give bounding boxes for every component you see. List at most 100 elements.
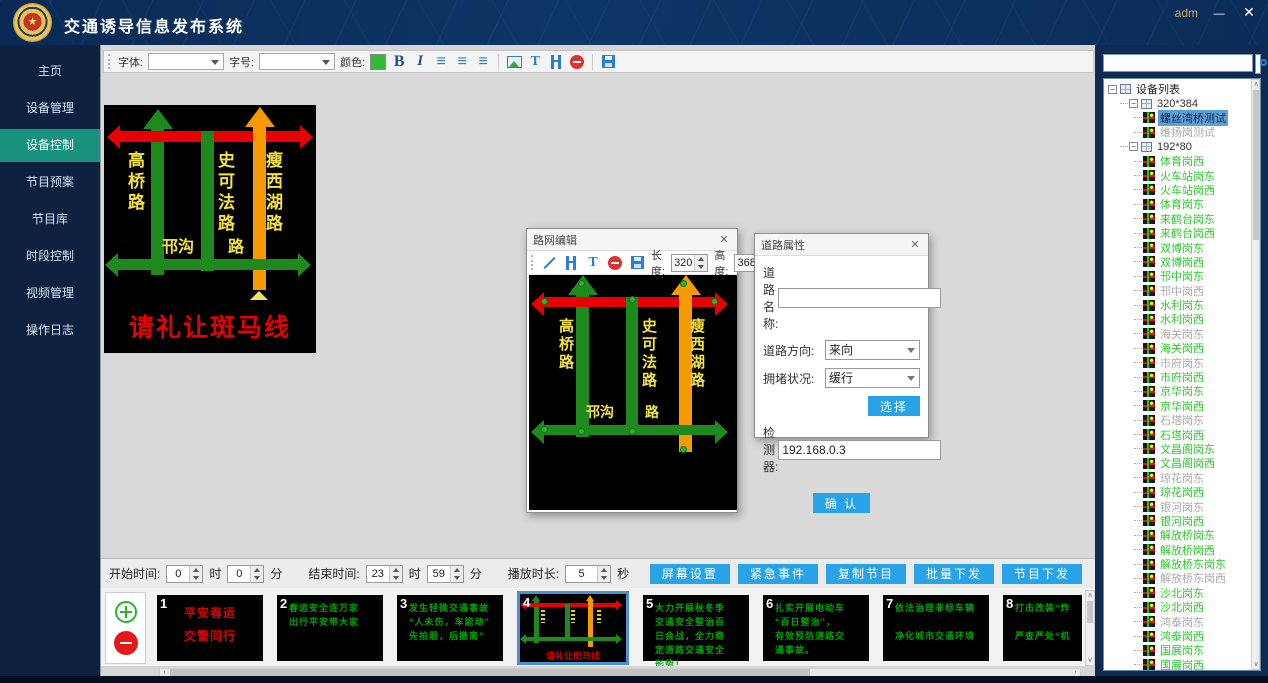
device-item[interactable]: 石塔岗东	[1106, 413, 1260, 427]
start-minute-spinner[interactable]: 0	[227, 565, 264, 583]
italic-button[interactable]: I	[412, 53, 428, 71]
collapse-toggle-icon[interactable]	[1129, 99, 1138, 108]
detector-input[interactable]	[778, 440, 941, 460]
confirm-button[interactable]: 确 认	[813, 493, 870, 513]
device-item[interactable]: 火车站岗西	[1106, 183, 1260, 197]
search-button[interactable]	[1255, 54, 1261, 74]
font-select[interactable]	[148, 53, 224, 70]
spinner-arrows[interactable]	[450, 566, 463, 582]
device-item[interactable]: 体育岗西	[1106, 154, 1260, 168]
node-handle[interactable]	[541, 298, 548, 305]
bold-button[interactable]: B	[391, 53, 407, 71]
scroll-down-icon[interactable]	[1086, 656, 1094, 665]
device-item[interactable]: 火车站岗东	[1106, 168, 1260, 182]
node-handle[interactable]	[629, 296, 636, 303]
device-item[interactable]: 水利岗西	[1106, 312, 1260, 326]
roadnet-button[interactable]	[563, 254, 579, 272]
node-handle[interactable]	[629, 428, 636, 435]
length-spinner[interactable]: 320	[671, 254, 708, 272]
device-item[interactable]: 解放桥东岗东	[1106, 557, 1260, 571]
device-item[interactable]: 国展岗东	[1106, 643, 1260, 657]
roadnet-canvas[interactable]: 高桥路 史可法路 瘦西湖路 邗沟 路	[529, 275, 737, 510]
device-item[interactable]: 来鹤台岗西	[1106, 226, 1260, 240]
roadnet-button[interactable]	[548, 53, 564, 71]
device-item[interactable]: 海关岗西	[1106, 341, 1260, 355]
device-item[interactable]: 鸿泰岗东	[1106, 614, 1260, 628]
scroll-thumb[interactable]	[1087, 601, 1093, 623]
spinner-arrows[interactable]	[597, 566, 610, 582]
scroll-thumb[interactable]	[170, 669, 810, 676]
playlist-item-5[interactable]: 5大力开展秋冬季交通安全整治百日会战，全力稳定道路交通安全形势！	[643, 595, 749, 661]
sidebar-item-设备控制[interactable]: 设备控制	[0, 129, 100, 162]
device-item[interactable]: 文昌阁岗西	[1106, 456, 1260, 470]
size-select[interactable]	[259, 53, 335, 70]
device-item[interactable]: 双博岗西	[1106, 255, 1260, 269]
playlist-item-8[interactable]: 8打击改装“炸 严查严处“机	[1003, 595, 1082, 661]
delete-button[interactable]	[607, 254, 623, 272]
device-item[interactable]: 琼花岗东	[1106, 471, 1260, 485]
scroll-thumb[interactable]	[1253, 90, 1259, 240]
device-item[interactable]: 维扬岗测试	[1106, 125, 1260, 139]
node-handle[interactable]	[680, 446, 687, 453]
node-handle[interactable]	[680, 280, 687, 287]
insert-image-button[interactable]	[506, 53, 522, 71]
emergency-event-button[interactable]: 紧急事件	[738, 564, 818, 584]
close-icon[interactable]	[908, 238, 922, 251]
device-item[interactable]: 邗中岗西	[1106, 283, 1260, 297]
direction-select[interactable]: 来向	[825, 340, 920, 360]
congestion-select[interactable]: 缓行	[825, 368, 920, 388]
node-handle[interactable]	[711, 298, 718, 305]
device-item[interactable]: 解放桥岗东	[1106, 528, 1260, 542]
device-item[interactable]: 解放桥岗西	[1106, 543, 1260, 557]
minimize-icon[interactable]	[1208, 2, 1230, 22]
close-icon[interactable]	[1238, 2, 1260, 22]
sidebar-item-视频管理[interactable]: 视频管理	[0, 277, 100, 310]
playlist-item-7[interactable]: 7依法治理非标车辆 净化城市交通环境	[883, 595, 989, 661]
delete-button[interactable]	[569, 53, 585, 71]
device-item[interactable]: 海关岗东	[1106, 327, 1260, 341]
playlist-scrollbar[interactable]	[1085, 590, 1095, 666]
align-left-button[interactable]	[433, 53, 449, 71]
sidebar-item-节目预案[interactable]: 节目预案	[0, 166, 100, 199]
tree-group[interactable]: 320*384	[1106, 96, 1260, 110]
playlist-item-3[interactable]: 3发生轻微交通事故“人未伤，车能动”先拍照，后撤离”	[397, 595, 503, 661]
sidebar-item-主页[interactable]: 主页	[0, 55, 100, 88]
scroll-right-icon[interactable]	[1071, 669, 1080, 676]
dialog-titlebar[interactable]: 路网编辑	[527, 229, 737, 251]
end-minute-spinner[interactable]: 59	[427, 565, 464, 583]
device-item[interactable]: 银河岗东	[1106, 499, 1260, 513]
align-center-button[interactable]	[454, 53, 470, 71]
start-hour-spinner[interactable]: 0	[166, 565, 203, 583]
sidebar-item-时段控制[interactable]: 时段控制	[0, 240, 100, 273]
node-handle[interactable]	[541, 426, 548, 433]
collapse-toggle-icon[interactable]	[1108, 85, 1117, 94]
scroll-down-icon[interactable]	[1252, 660, 1260, 669]
device-item[interactable]: 鸿泰岗西	[1106, 629, 1260, 643]
spinner-arrows[interactable]	[189, 566, 202, 582]
tree-group[interactable]: 192*80	[1106, 140, 1260, 154]
remove-program-button[interactable]	[114, 631, 138, 655]
insert-text-button[interactable]: T	[585, 254, 601, 272]
device-item[interactable]: 双博岗东	[1106, 240, 1260, 254]
search-input[interactable]	[1103, 54, 1253, 72]
playlist-item-1[interactable]: 1平安春运交警同行	[157, 595, 263, 661]
device-item[interactable]: 沙北岗西	[1106, 600, 1260, 614]
device-item[interactable]: 国展岗西	[1106, 658, 1260, 671]
dialog-titlebar[interactable]: 道路属性	[755, 234, 928, 256]
device-item[interactable]: 琼花岗西	[1106, 485, 1260, 499]
playlist-item-6[interactable]: 6扎实开展电动车“百日整治”，有效预防道路交通事故。	[763, 595, 869, 661]
save-button[interactable]	[600, 53, 616, 71]
device-item[interactable]: 来鹤台岗东	[1106, 212, 1260, 226]
device-item[interactable]: 市府岗西	[1106, 370, 1260, 384]
device-item[interactable]: 体育岗东	[1106, 197, 1260, 211]
tree-scrollbar[interactable]	[1251, 79, 1260, 670]
device-item[interactable]: 市府岗东	[1106, 355, 1260, 369]
select-button[interactable]: 选择	[868, 396, 920, 416]
program-send-button[interactable]: 节目下发	[1002, 564, 1082, 584]
draw-line-button[interactable]	[541, 254, 557, 272]
add-program-button[interactable]	[115, 601, 137, 623]
screen-settings-button[interactable]: 屏幕设置	[650, 564, 730, 584]
spinner-arrows[interactable]	[250, 566, 263, 582]
device-item[interactable]: 文昌阁岗东	[1106, 442, 1260, 456]
close-icon[interactable]	[717, 233, 731, 246]
